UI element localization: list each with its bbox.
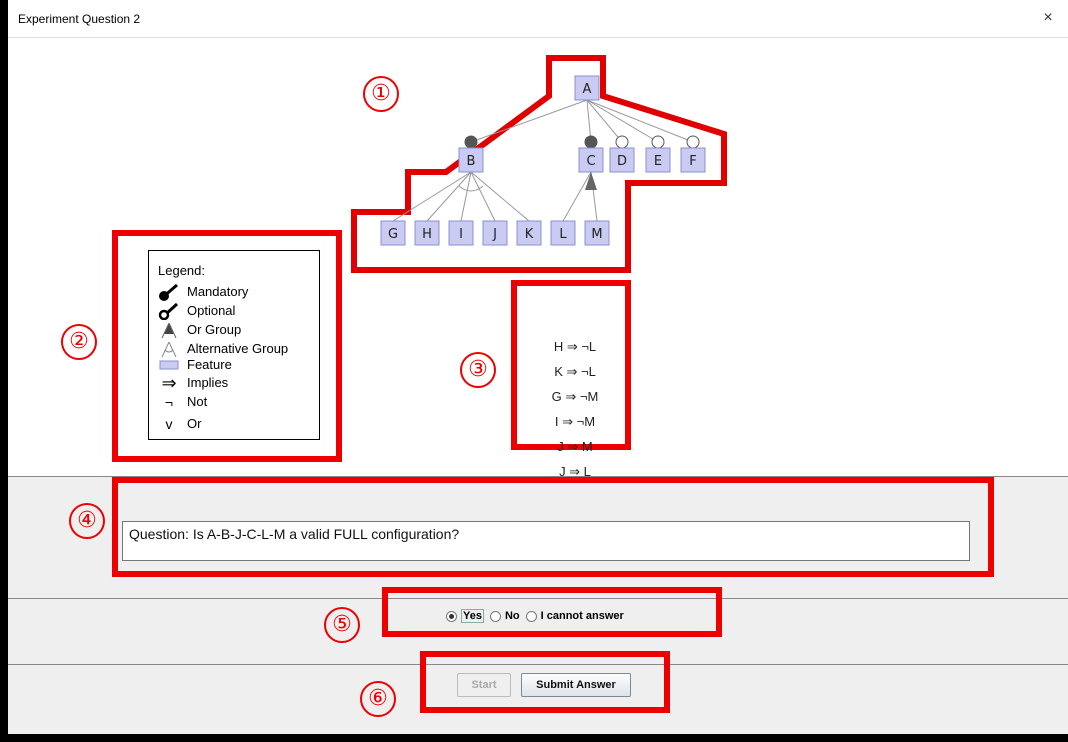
radio-button-no[interactable] — [489, 610, 501, 622]
constraint: G ⇒ ¬M — [551, 389, 599, 404]
or-group-icon — [161, 322, 177, 339]
radio-label-yes[interactable]: Yes — [461, 609, 484, 623]
feature-label-l: L — [559, 227, 567, 242]
edge-h — [426, 171, 472, 222]
annotation-number-6: ⑥ — [360, 681, 396, 717]
mandatory-marker-c — [584, 135, 598, 149]
feature-label-i: I — [459, 227, 463, 242]
edge-i — [460, 171, 472, 222]
constraint: I ⇒ ¬M — [554, 414, 596, 429]
radio-label-no[interactable]: No — [505, 610, 520, 622]
optional-icon — [158, 302, 179, 320]
question-text-field: Question: Is A-B-J-C-L-M a valid FULL co… — [122, 521, 970, 561]
button-panel: ⑥ Start Submit Answer — [8, 651, 1068, 734]
cross-tree-constraints: H ⇒ ¬L K ⇒ ¬L G ⇒ ¬M I ⇒ ¬M J ⇒ M J ⇒ L — [520, 334, 630, 484]
feature-label-j: J — [492, 227, 497, 242]
feature-label-h: H — [422, 227, 432, 242]
feature-model-panel: A B C D E F G H I J K L M ① ② ③ Legend: Mandatory Op… — [8, 38, 1068, 479]
legend-row-implies: ⇒ Implies — [149, 374, 319, 392]
constraint: H ⇒ ¬L — [553, 339, 597, 354]
constraint: K ⇒ ¬L — [554, 364, 596, 379]
optional-marker-e — [651, 135, 665, 149]
annotation-number-2: ② — [61, 324, 97, 360]
title-bar: Experiment Question 2 × — [8, 0, 1068, 38]
close-icon[interactable]: × — [1036, 6, 1060, 30]
legend-row-optional: Optional — [149, 302, 319, 320]
optional-marker-d — [615, 135, 629, 149]
implies-icon: ⇒ — [161, 373, 177, 393]
radio-no[interactable]: No — [489, 610, 520, 622]
edge-l — [562, 171, 592, 222]
legend-row-not: ¬ Not — [149, 393, 319, 411]
legend-title: Legend: — [158, 263, 205, 278]
experiment-window: Experiment Question 2 × A B C D E F G H I J K L M ① … — [8, 0, 1068, 742]
optional-marker-f — [686, 135, 700, 149]
legend-row-or: v Or — [149, 415, 319, 433]
legend-label: Implies — [187, 375, 229, 390]
legend-label: Or Group — [187, 322, 242, 337]
or-group-arc — [585, 172, 597, 190]
not-icon: ¬ — [164, 394, 174, 410]
window-title: Experiment Question 2 — [18, 12, 141, 26]
window-bottom-edge — [8, 734, 1068, 742]
legend-label: Feature — [187, 357, 232, 372]
radio-label-cannot-answer[interactable]: I cannot answer — [541, 610, 624, 622]
radio-button-cannot-answer[interactable] — [525, 610, 537, 622]
feature-label-a: A — [583, 82, 592, 97]
edge-b — [470, 99, 588, 143]
feature-label-d: D — [617, 154, 627, 169]
feature-label-e: E — [654, 154, 662, 169]
edge-k — [470, 171, 530, 222]
feature-icon — [159, 360, 179, 370]
legend-label: Mandatory — [187, 284, 249, 299]
legend-label: Or — [187, 416, 202, 431]
edge-j — [470, 171, 496, 222]
feature-label-g: G — [388, 227, 398, 242]
edge-g — [392, 171, 472, 222]
legend-label: Not — [187, 394, 208, 409]
feature-label-b: B — [467, 154, 476, 169]
or-icon: v — [165, 416, 173, 432]
start-button[interactable]: Start — [457, 673, 511, 697]
annotation-number-5: ⑤ — [324, 607, 360, 643]
radio-button-yes[interactable] — [446, 610, 457, 622]
constraint: J ⇒ M — [557, 439, 593, 454]
radio-yes[interactable]: Yes — [446, 609, 484, 623]
feature-label-f: F — [689, 154, 696, 169]
mandatory-icon — [159, 283, 178, 301]
annotation-number-1: ① — [363, 76, 399, 112]
radio-cannot-answer[interactable]: I cannot answer — [525, 610, 624, 622]
legend-label: Alternative Group — [187, 341, 289, 356]
annotation-number-4: ④ — [69, 503, 105, 539]
legend: Legend: Mandatory Optional Or Group Alte… — [148, 250, 320, 440]
legend-row-feature: Feature — [149, 356, 319, 374]
feature-label-m: M — [591, 227, 602, 242]
feature-label-k: K — [525, 227, 534, 242]
mandatory-marker-b — [464, 135, 478, 149]
legend-label: Optional — [187, 303, 236, 318]
submit-answer-button[interactable]: Submit Answer — [521, 673, 631, 697]
annotation-number-3: ③ — [460, 352, 496, 388]
answer-radio-group: Yes No I cannot answer — [446, 609, 630, 623]
legend-row-or-group: Or Group — [149, 321, 319, 339]
legend-row-mandatory: Mandatory — [149, 283, 319, 301]
feature-label-c: C — [586, 154, 595, 169]
question-panel: ④ Question: Is A-B-J-C-L-M a valid FULL … — [8, 476, 1068, 598]
